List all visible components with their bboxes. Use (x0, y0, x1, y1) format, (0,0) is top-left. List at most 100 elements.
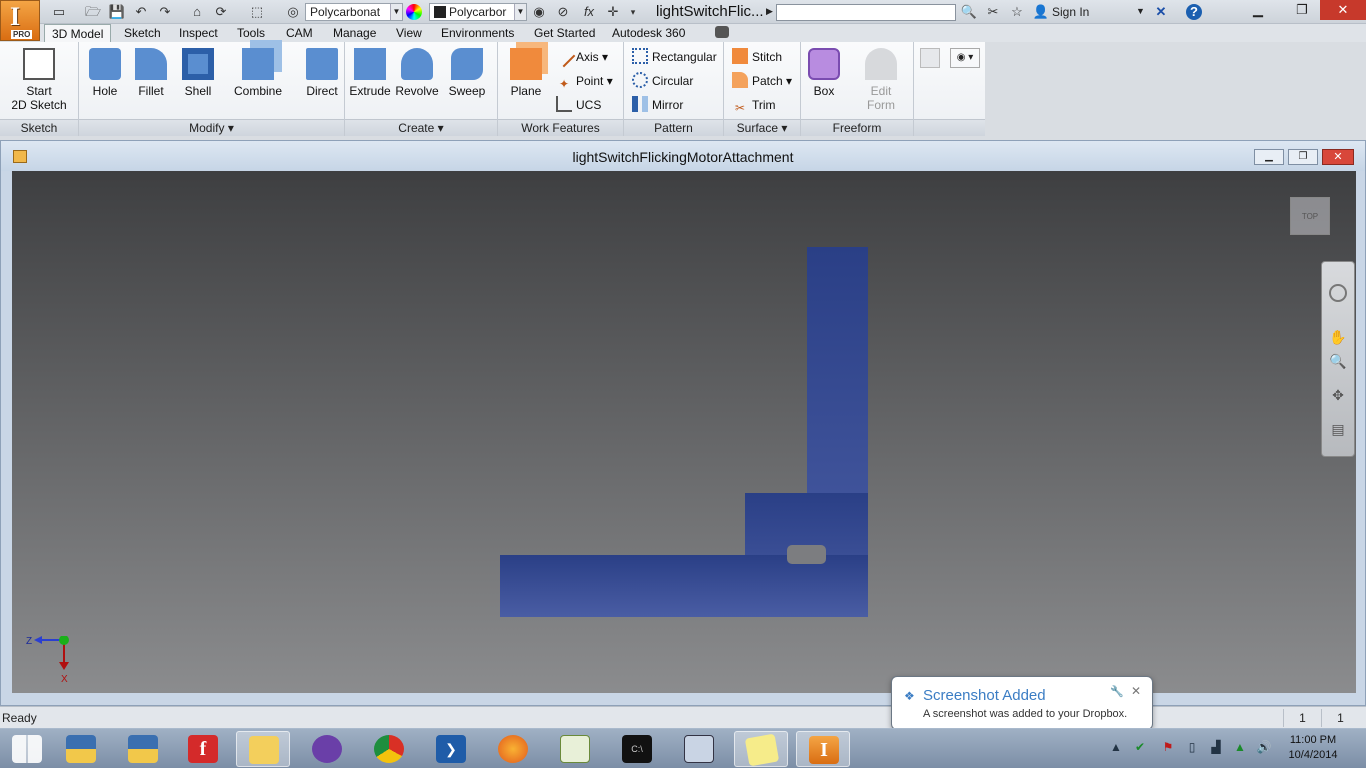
start-button[interactable] (0, 731, 54, 767)
taskbar-chrome[interactable] (362, 731, 416, 767)
subscription-icon[interactable]: ✂ (984, 4, 1002, 20)
sweep-button[interactable]: Sweep (445, 46, 489, 98)
action-center-icon[interactable]: ⚑ (1160, 740, 1176, 756)
device-icon[interactable]: ▯ (1184, 740, 1200, 756)
system-clock[interactable]: 11:00 PM 10/4/2014 (1278, 733, 1348, 763)
plane-button[interactable]: Plane (504, 46, 548, 98)
search-icon[interactable]: 🔍 (960, 4, 978, 20)
search-input[interactable] (776, 4, 956, 21)
patch-button[interactable]: Patch ▾ (732, 72, 792, 90)
dropbox-notification[interactable]: ❖ Screenshot Added A screenshot was adde… (891, 676, 1153, 730)
look-at-icon[interactable]: ▤ (1329, 420, 1347, 438)
open-folder-icon[interactable]: 🗁 (84, 4, 102, 20)
taskbar-python-2[interactable] (116, 731, 170, 767)
undo-icon[interactable]: ↶ (132, 4, 150, 20)
sign-in-link[interactable]: Sign In (1052, 5, 1089, 19)
doc-maximize-button[interactable]: ❐ (1288, 149, 1318, 165)
close-button[interactable]: ✕ (1320, 0, 1366, 20)
taskbar-firefox[interactable] (486, 731, 540, 767)
clear-appearance-icon[interactable]: ⊘ (554, 4, 572, 20)
material-combo[interactable]: Polycarbonat ▼ (305, 3, 403, 21)
view-cube[interactable]: TOP (1290, 197, 1330, 235)
panel-title-create[interactable]: Create ▾ (345, 119, 497, 136)
material-icon[interactable]: ◎ (284, 4, 302, 20)
combine-button[interactable]: Combine (229, 46, 287, 98)
dropbox-tray-icon[interactable]: ✔ (1132, 740, 1148, 756)
zoom-icon[interactable]: 🔍 (1329, 352, 1347, 370)
maximize-button[interactable]: ❐ (1284, 0, 1320, 20)
doc-minimize-button[interactable]: ▁ (1254, 149, 1284, 165)
google-drive-icon[interactable]: ▲ (1232, 740, 1248, 756)
tab-3d-model[interactable]: 3D Model (44, 24, 112, 42)
exchange-icon[interactable]: ✕ (1152, 4, 1170, 20)
notification-close-icon[interactable]: ✕ (1131, 684, 1141, 698)
settings-icon[interactable]: 🔧 (1110, 685, 1124, 698)
update-icon[interactable]: ⟳ (212, 4, 230, 20)
orbit-icon[interactable]: ✥ (1329, 386, 1347, 404)
edit-form-button[interactable]: Edit Form (859, 46, 903, 112)
color-wheel-icon[interactable] (406, 4, 422, 20)
fillet-button[interactable]: Fillet (131, 46, 171, 98)
appearance-combo[interactable]: Polycarbor ▼ (429, 3, 527, 21)
select-icon[interactable]: ⬚ (248, 4, 266, 20)
redo-icon[interactable]: ↷ (156, 4, 174, 20)
taskbar-inventor[interactable]: I (796, 731, 850, 767)
user-icon[interactable]: 👤 (1032, 4, 1050, 20)
wifi-icon[interactable]: ▟ (1208, 740, 1224, 756)
chevron-right-icon[interactable]: ▶ (766, 6, 773, 17)
tab-get-started[interactable]: Get Started (527, 24, 602, 42)
tab-inspect[interactable]: Inspect (172, 24, 225, 42)
graphics-viewport[interactable]: TOP ✋ 🔍 ✥ ▤ Z X (12, 171, 1356, 693)
new-file-icon[interactable]: ▭ (50, 4, 68, 20)
show-hidden-icons-icon[interactable]: ▲ (1108, 740, 1124, 756)
taskbar-cmd[interactable]: C:\ (610, 731, 664, 767)
minimize-button[interactable]: ▁ (1240, 0, 1276, 20)
home-icon[interactable]: ⌂ (188, 4, 206, 20)
box-button[interactable]: Box (807, 46, 841, 98)
taskbar-explorer[interactable] (236, 731, 290, 767)
extrude-button[interactable]: Extrude (349, 46, 391, 98)
panel-title-surface[interactable]: Surface ▾ (724, 119, 800, 136)
tab-cam[interactable]: CAM (279, 24, 320, 42)
dropdown-arrow-icon[interactable]: ◉ ▾ (950, 48, 980, 68)
tab-tools[interactable]: Tools (230, 24, 272, 42)
tab-view[interactable]: View (389, 24, 429, 42)
point-button[interactable]: ✦ Point ▾ (556, 72, 613, 91)
axis-button[interactable]: Axis ▾ (552, 44, 608, 68)
parameters-icon[interactable]: fx (580, 4, 598, 20)
help-icon[interactable]: ? (1186, 4, 1202, 20)
panel-toggle-icon[interactable] (715, 26, 729, 38)
start-sketch-button[interactable]: Start 2D Sketch (8, 46, 70, 112)
stitch-button[interactable]: Stitch (732, 48, 782, 66)
customize-icon[interactable]: ▾ (624, 4, 642, 20)
tab-autodesk-360[interactable]: Autodesk 360 (605, 24, 692, 42)
tab-manage[interactable]: Manage (326, 24, 383, 42)
mirror-button[interactable]: Mirror (632, 96, 683, 114)
taskbar-network[interactable] (672, 731, 726, 767)
panel-title-modify[interactable]: Modify ▾ (79, 119, 344, 136)
ucs-button[interactable]: UCS (556, 96, 601, 114)
taskbar-fusion[interactable]: f (176, 731, 230, 767)
tab-environments[interactable]: Environments (434, 24, 521, 42)
doc-close-button[interactable]: ✕ (1322, 149, 1354, 165)
revolve-button[interactable]: Revolve (395, 46, 439, 98)
tab-sketch[interactable]: Sketch (117, 24, 168, 42)
shell-button[interactable]: Shell (177, 46, 219, 98)
taskbar-sticky-notes[interactable] (734, 731, 788, 767)
options-icon[interactable] (920, 48, 940, 68)
add-icon[interactable]: ✛ (604, 4, 622, 20)
chevron-down-icon[interactable]: ▼ (1136, 6, 1145, 16)
adjust-icon[interactable]: ◉ (530, 4, 548, 20)
trim-button[interactable]: ✂ Trim (732, 96, 776, 115)
app-logo[interactable]: I PRO (0, 0, 40, 41)
taskbar-powershell[interactable]: ❯ (424, 731, 478, 767)
save-icon[interactable]: 💾 (108, 4, 126, 20)
volume-icon[interactable]: 🔊 (1256, 740, 1272, 756)
taskbar-github[interactable] (300, 731, 354, 767)
direct-button[interactable]: Direct (302, 46, 342, 98)
favorites-icon[interactable]: ☆ (1008, 4, 1026, 20)
circular-pattern-button[interactable]: Circular (632, 72, 693, 90)
rectangular-pattern-button[interactable]: Rectangular (632, 48, 717, 66)
steering-wheel-icon[interactable] (1329, 284, 1347, 302)
pan-icon[interactable]: ✋ (1329, 328, 1347, 346)
